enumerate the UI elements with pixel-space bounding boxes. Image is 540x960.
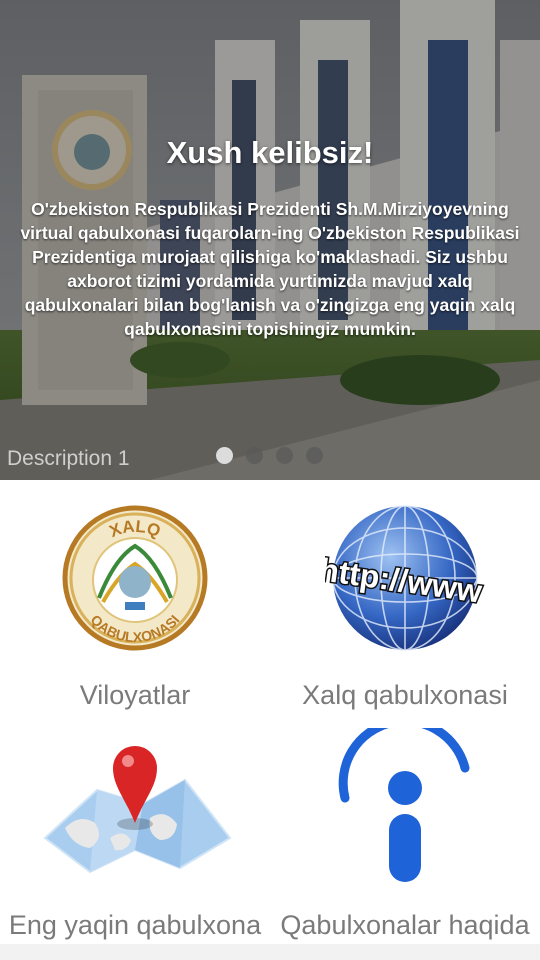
info-icon (325, 716, 485, 888)
menu-eng-yaqin-qabulxona[interactable]: Eng yaqin qabulxona (0, 718, 270, 958)
slide-title: Xush kelibsiz! (166, 135, 374, 170)
welcome-slider[interactable]: Xush kelibsiz! O'zbekiston Respublikasi … (0, 0, 540, 480)
slide-description: O'zbekiston Respublikasi Prezidenti Sh.M… (20, 199, 520, 339)
slide-caption: Description 1 (7, 447, 130, 470)
menu-qabulxonalar-haqida[interactable]: Qabulxonalar haqida (270, 716, 540, 958)
page-dot-2[interactable] (246, 447, 263, 464)
page-dot-3[interactable] (276, 447, 293, 464)
menu-xalq-qabulxonasi[interactable]: http://www Xalq qabulxonasi (270, 488, 540, 728)
xalq-qabulxonasi-emblem-icon: XALQ QABULXONASI (55, 498, 215, 658)
menu-label-viloyatlar: Viloyatlar (79, 680, 191, 710)
globe-http-icon: http://www (316, 498, 486, 658)
map-pin-icon (35, 728, 235, 888)
menu-viloyatlar[interactable]: XALQ QABULXONASI Viloyatlar (0, 488, 270, 728)
page-dot-4[interactable] (306, 447, 323, 464)
page-indicator[interactable] (216, 447, 336, 465)
bottom-edge (0, 944, 540, 960)
menu-label-qabulxonalar-haqida: Qabulxonalar haqida (280, 910, 530, 940)
menu-label-xalq-qabulxonasi: Xalq qabulxonasi (302, 680, 508, 710)
menu-label-eng-yaqin-qabulxona: Eng yaqin qabulxona (8, 910, 262, 940)
page-dot-1[interactable] (216, 447, 233, 464)
